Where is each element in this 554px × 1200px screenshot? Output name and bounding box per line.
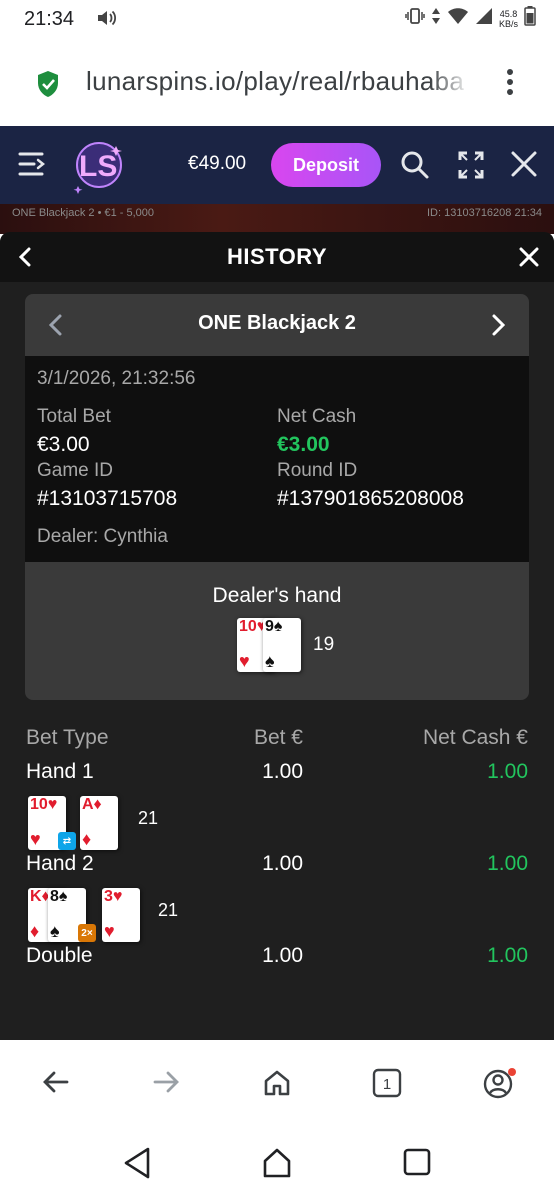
card-rank: 3♥ bbox=[104, 888, 123, 905]
card-suit: ♥ bbox=[30, 829, 41, 849]
status-time: 21:34 bbox=[24, 8, 75, 30]
url-text[interactable]: lunarspins.io/play/real/rbauhaba bbox=[86, 66, 470, 97]
net-cash-value: €3.00 bbox=[277, 433, 330, 456]
bet-amount: 1.00 bbox=[262, 760, 303, 783]
hand-1-cards: 21 10♥ ♥ A♦ ♦ ⇄ bbox=[26, 792, 528, 852]
dealer-card: 9♠ ♠ bbox=[263, 618, 301, 672]
player-card: 3♥ ♥ bbox=[102, 888, 140, 942]
svg-text:1: 1 bbox=[383, 1076, 391, 1093]
bet-type: Double bbox=[26, 944, 93, 967]
bets-table-header: Bet Type Bet € Net Cash € bbox=[26, 726, 528, 760]
dealer-name: Dealer: Cynthia bbox=[37, 526, 168, 547]
card-rank: K♦ bbox=[30, 888, 50, 905]
round-id-time: ID: 13103716208 21:34 bbox=[427, 207, 542, 219]
history-title: HISTORY bbox=[226, 244, 328, 269]
card-suit: ♦ bbox=[82, 829, 92, 849]
bet-type: Hand 2 bbox=[26, 852, 94, 875]
round-id-value: #137901865208008 bbox=[277, 487, 464, 510]
bet-type-header: Bet Type bbox=[26, 726, 109, 749]
browser-url-bar: lunarspins.io/play/real/rbauhaba bbox=[0, 40, 554, 126]
deposit-button[interactable]: Deposit bbox=[271, 143, 381, 187]
system-home-icon[interactable] bbox=[262, 1146, 292, 1185]
search-icon[interactable] bbox=[400, 150, 430, 185]
card-suit: ♠ bbox=[50, 921, 60, 941]
hand-2-cards: 21 K♦ ♦ 8♠ ♠ 3♥ ♥ 2× bbox=[26, 884, 528, 944]
total-bet-label: Total Bet bbox=[37, 406, 111, 427]
card-suit: ♥ bbox=[104, 921, 115, 941]
history-header: HISTORY bbox=[0, 232, 554, 282]
battery-icon bbox=[524, 6, 536, 31]
site-logo[interactable]: LS bbox=[70, 136, 128, 199]
next-round-icon[interactable] bbox=[489, 313, 509, 342]
hand-score: 21 bbox=[158, 900, 179, 920]
bet-amount: 1.00 bbox=[262, 852, 303, 875]
dealer-score: 19 bbox=[313, 634, 335, 655]
bets-table: Bet Type Bet € Net Cash € Hand 1 1.00 1.… bbox=[26, 726, 528, 976]
net-speed: 45.8 KB/s bbox=[498, 8, 518, 29]
wifi-icon bbox=[447, 7, 469, 30]
card-suit: ♠ bbox=[265, 651, 275, 671]
system-recents-icon[interactable] bbox=[402, 1146, 432, 1185]
back-arrow-icon[interactable] bbox=[42, 1068, 70, 1101]
data-arrows-icon bbox=[431, 7, 441, 30]
card-rank: A♦ bbox=[82, 796, 102, 813]
browser-bottom-nav: 1 bbox=[0, 1040, 554, 1128]
card-suit: ♥ bbox=[239, 651, 250, 671]
menu-icon[interactable] bbox=[18, 150, 48, 183]
card-rank: 10♥ bbox=[30, 796, 58, 813]
round-id-label: Round ID bbox=[277, 460, 358, 481]
tabs-icon[interactable]: 1 bbox=[372, 1068, 402, 1103]
net-cash-amount: 1.00 bbox=[487, 852, 528, 875]
home-icon[interactable] bbox=[262, 1068, 292, 1103]
history-panel: HISTORY ONE Blackjack 2 3/1/2026, 21:32:… bbox=[0, 232, 554, 1040]
volume-icon bbox=[96, 8, 118, 33]
system-back-icon[interactable] bbox=[122, 1146, 152, 1185]
dealers-hand-section: Dealer's hand 10♥ ♥ 9♠ ♠ 19 bbox=[25, 562, 529, 700]
table-row: Hand 2 1.00 1.00 bbox=[26, 852, 528, 884]
card-suit: ♦ bbox=[30, 921, 40, 941]
bet-type: Hand 1 bbox=[26, 760, 94, 783]
net-cash-label: Net Cash bbox=[277, 406, 357, 427]
double-badge-icon: 2× bbox=[78, 924, 96, 942]
svg-text:LS: LS bbox=[79, 150, 117, 183]
player-card: A♦ ♦ bbox=[80, 796, 118, 850]
round-card-header: ONE Blackjack 2 bbox=[25, 294, 529, 356]
system-nav-bar bbox=[0, 1128, 554, 1200]
game-name: ONE Blackjack 2 bbox=[198, 312, 356, 334]
fullscreen-icon[interactable] bbox=[457, 150, 485, 185]
card-rank: 9♠ bbox=[265, 618, 283, 635]
close-icon[interactable] bbox=[518, 246, 540, 273]
signal-icon bbox=[475, 7, 493, 30]
card-rank: 8♠ bbox=[50, 888, 68, 905]
total-bet-value: €3.00 bbox=[37, 433, 90, 456]
round-details: 3/1/2026, 21:32:56 Total Bet €3.00 Net C… bbox=[25, 356, 529, 562]
round-datetime: 3/1/2026, 21:32:56 bbox=[37, 368, 196, 389]
balance-amount[interactable]: €49.00 bbox=[188, 153, 246, 175]
net-cash-amount: 1.00 bbox=[487, 760, 528, 783]
vibrate-icon bbox=[405, 7, 425, 30]
bet-header: Bet € bbox=[253, 726, 303, 749]
game-info-strip: ONE Blackjack 2 • €1 - 5,000 ID: 1310371… bbox=[0, 204, 554, 234]
bet-amount: 1.00 bbox=[262, 944, 303, 967]
game-limits: ONE Blackjack 2 • €1 - 5,000 bbox=[12, 207, 155, 219]
game-id-label: Game ID bbox=[37, 460, 114, 481]
secure-shield-icon[interactable] bbox=[36, 70, 60, 103]
status-bar: 21:34 45.8 KB/s bbox=[0, 0, 554, 40]
split-badge-icon: ⇄ bbox=[58, 832, 76, 850]
dealers-hand-label: Dealer's hand bbox=[212, 584, 342, 607]
account-icon[interactable] bbox=[482, 1068, 516, 1105]
game-id-value: #13103715708 bbox=[37, 487, 178, 510]
hand-score: 21 bbox=[138, 808, 159, 828]
browser-menu-icon[interactable] bbox=[506, 68, 514, 101]
close-game-icon[interactable] bbox=[510, 150, 538, 183]
dealer-cards: 10♥ ♥ 9♠ ♠ bbox=[237, 616, 307, 678]
site-header: LS €49.00 Deposit bbox=[0, 126, 554, 204]
net-cash-header: Net Cash € bbox=[422, 726, 528, 749]
forward-arrow-icon[interactable] bbox=[152, 1068, 180, 1101]
table-row: Hand 1 1.00 1.00 bbox=[26, 760, 528, 792]
round-card: ONE Blackjack 2 3/1/2026, 21:32:56 Total… bbox=[25, 294, 529, 700]
table-row: Double 1.00 1.00 bbox=[26, 944, 528, 976]
net-cash-amount: 1.00 bbox=[487, 944, 528, 967]
